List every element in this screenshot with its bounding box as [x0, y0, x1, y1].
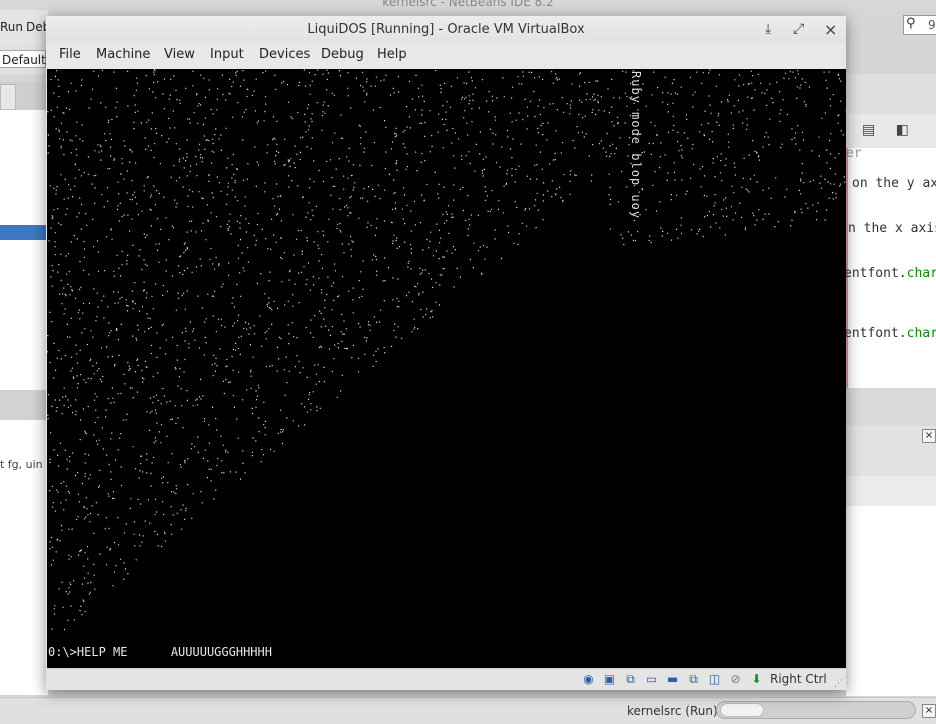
code-line: n the x axis	[848, 221, 936, 236]
optical-drive-icon[interactable]: ◉	[581, 672, 596, 687]
code-text: entfont.	[844, 266, 907, 281]
shared-folder-icon[interactable]: ▭	[644, 672, 659, 687]
ide-output-pane[interactable]	[846, 506, 936, 696]
code-line: entfont.char	[844, 326, 936, 341]
diff-icon[interactable]: ◧	[896, 122, 909, 138]
minimize-icon[interactable]: ⤓	[765, 16, 771, 43]
code-line: on the y ax	[852, 176, 936, 191]
keyboard-capture-icon[interactable]: ⬇	[749, 672, 764, 687]
search-icon: ⚲	[906, 16, 916, 31]
ide-menubar: Run Deb	[0, 10, 50, 44]
display-icon[interactable]: ▬	[665, 672, 680, 687]
ide-projects-pane[interactable]	[0, 110, 48, 390]
code-identifier: char	[906, 266, 936, 281]
floppy-icon[interactable]: ▣	[602, 672, 617, 687]
vm-menubar: File Machine View Input Devices Debug He…	[46, 43, 846, 69]
virtualbox-window: LiquiDOS [Running] - Oracle VM VirtualBo…	[46, 16, 846, 690]
menu-debug[interactable]: Debug	[321, 47, 364, 62]
ide-projects-selected-row[interactable]	[0, 225, 48, 240]
ide-output-header	[846, 390, 936, 426]
bar-chart-icon[interactable]: ▤	[862, 122, 875, 138]
close-icon[interactable]: ×	[824, 16, 837, 43]
code-line: entfont.char	[844, 266, 936, 281]
ide-output-toolbar	[846, 476, 936, 506]
menu-devices[interactable]: Devices	[259, 47, 310, 62]
network-icon[interactable]: ⧉	[623, 672, 638, 687]
usb-icon[interactable]: ◫	[707, 672, 722, 687]
code-line: er	[846, 146, 862, 161]
ide-navigator-snippet: t fg, uin	[0, 458, 43, 471]
ide-config-select[interactable]: Default	[0, 50, 46, 68]
screen-noise-pattern	[47, 69, 846, 631]
ide-status-text: kernelsrc (Run)	[627, 704, 718, 718]
close-icon[interactable]: ×	[922, 704, 936, 718]
maximize-icon[interactable]: ⤢	[793, 16, 804, 43]
ide-code-editor[interactable]: er on the y ax n the x axis entfont.char…	[844, 146, 936, 388]
noise-dots	[47, 69, 846, 631]
mouse-integration-icon[interactable]: ⊘	[728, 672, 743, 687]
menu-view[interactable]: View	[164, 47, 195, 62]
video-capture-icon[interactable]: ⧉	[686, 672, 701, 687]
ide-left-tabs	[0, 82, 48, 110]
code-text: entfont.	[844, 326, 907, 341]
window-title-text: LiquiDOS [Running] - Oracle VM VirtualBo…	[307, 22, 585, 37]
menu-machine[interactable]: Machine	[96, 47, 150, 62]
menu-file[interactable]: File	[59, 47, 81, 62]
terminal-prompt-line: 0:\>HELP ME AUUUUUGGGHHHHH	[48, 645, 272, 659]
garbled-vertical-text: Ruby mode blop uoy	[629, 71, 643, 220]
ide-editor-tabs	[846, 74, 936, 114]
ide-pane-splitter[interactable]	[0, 390, 48, 420]
ide-menu-run[interactable]: Run	[0, 20, 23, 34]
menu-help[interactable]: Help	[377, 47, 407, 62]
vm-statusbar: ◉ ▣ ⧉ ▭ ▬ ⧉ ◫ ⊘ ⬇ Right Ctrl	[46, 668, 846, 690]
code-identifier: char	[906, 326, 936, 341]
window-title[interactable]: LiquiDOS [Running] - Oracle VM VirtualBo…	[46, 16, 846, 43]
host-key-label: Right Ctrl	[770, 672, 827, 686]
ide-editor-toolbar-icons[interactable]: ▤ ◧	[862, 122, 909, 138]
vm-display[interactable]: Ruby mode blop uoy 0:\>HELP ME AUUUUUGGG…	[47, 69, 846, 668]
ide-window-title: kernelsrc - NetBeans IDE 8.2	[0, 0, 936, 10]
ide-search-text: 9	[928, 18, 936, 32]
menu-input[interactable]: Input	[210, 47, 244, 62]
ide-progress-indicator	[720, 703, 764, 717]
close-icon[interactable]: ×	[922, 429, 936, 443]
resize-grip-icon[interactable]: ⋰	[834, 679, 843, 689]
ide-left-tab[interactable]	[0, 84, 16, 110]
